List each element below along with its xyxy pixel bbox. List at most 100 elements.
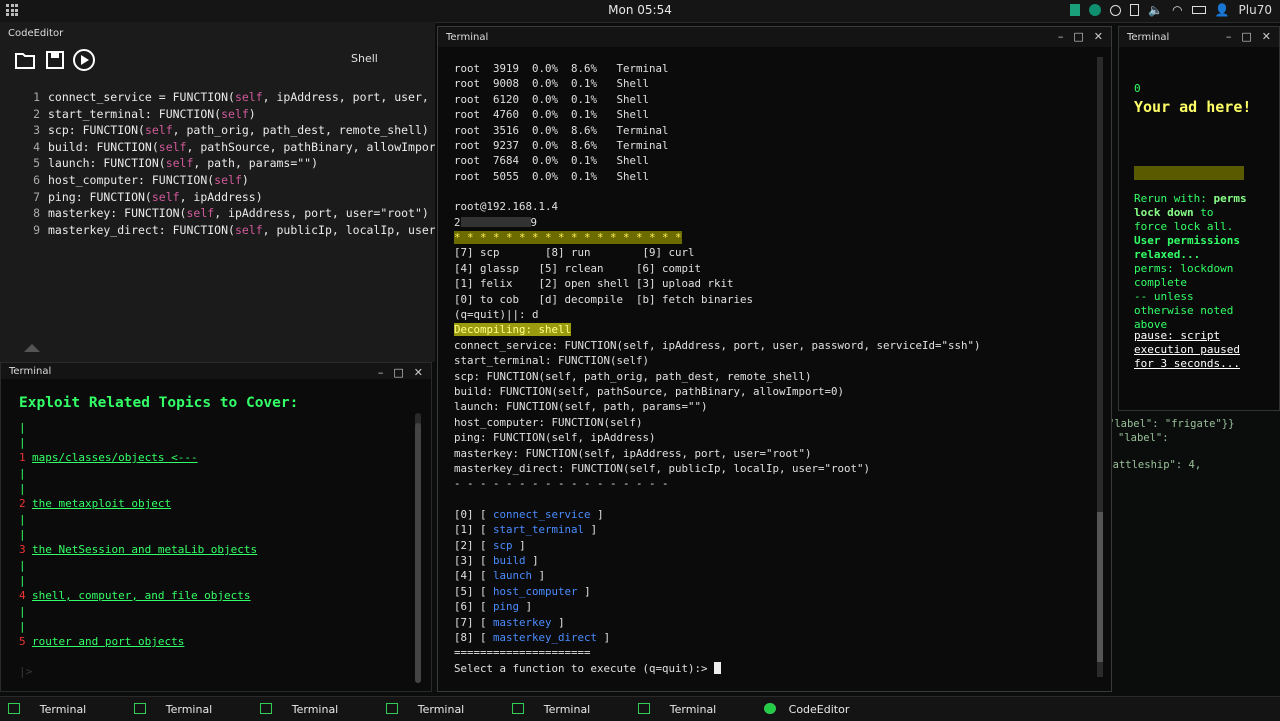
save-button[interactable]: [43, 48, 67, 72]
bg-text-frigate: "label": "frigate"}}: [1108, 418, 1235, 430]
perms-line-3: force lock all.: [1134, 220, 1234, 233]
maximize-icon[interactable]: □: [393, 366, 403, 379]
terminal-window-topics: Terminal – □ ✕ Exploit Related Topics to C…: [0, 362, 432, 692]
function-signature: build: FUNCTION(self, pathSource, pathBi…: [454, 385, 845, 398]
code-text: masterkey: FUNCTION(self, ipAddress, por…: [48, 206, 429, 221]
code-line[interactable]: 9 masterkey_direct: FUNCTION(self, public…: [0, 223, 435, 240]
function-option[interactable]: [3] [ build ]: [454, 554, 539, 567]
wifi-icon[interactable]: ◠: [1172, 3, 1182, 17]
function-option[interactable]: [2] [ scp ]: [454, 539, 526, 552]
user-name[interactable]: Plu70: [1239, 3, 1272, 17]
function-option[interactable]: [4] [ launch ]: [454, 569, 545, 582]
taskbar-item-terminal[interactable]: Terminal: [126, 697, 252, 721]
taskbar-item-terminal[interactable]: Terminal: [378, 697, 504, 721]
scrollbar[interactable]: [1097, 57, 1103, 677]
terminal-main-titlebar[interactable]: Terminal – □ ✕: [438, 27, 1111, 47]
function-signature: ping: FUNCTION(self, ipAddress): [454, 431, 656, 445]
close-icon[interactable]: ✕: [1094, 30, 1103, 43]
perms-line-1: Rerun with: perms: [1134, 192, 1247, 205]
topic-link[interactable]: shell, computer, and file objects: [32, 589, 251, 602]
taskbar-item-terminal[interactable]: Terminal: [630, 697, 756, 721]
code-line[interactable]: 1 connect_service = FUNCTION(self, ipAddr…: [0, 90, 435, 107]
terminal-icon: [386, 703, 398, 714]
taskbar-item-terminal[interactable]: Terminal: [504, 697, 630, 721]
taskbar-item-terminal[interactable]: Terminal: [0, 697, 126, 721]
line-number: 5: [33, 156, 40, 171]
line-number: 2: [33, 106, 40, 121]
code-line[interactable]: 4 build: FUNCTION(self, pathSource, pathB…: [0, 140, 435, 157]
terminal-ad-titlebar[interactable]: Terminal – □ ✕: [1119, 27, 1279, 47]
top-bar: Mon 05:54 🔈 ◠ 👤 Plu70: [0, 0, 1280, 23]
language-select[interactable]: Shell: [345, 52, 430, 72]
menu-row: [7] scp [8] run [9] curl: [454, 246, 695, 260]
code-line[interactable]: 5 launch: FUNCTION(self, path, params=""): [0, 156, 435, 173]
volume-icon[interactable]: 🔈: [1148, 3, 1163, 17]
record-icon[interactable]: [1110, 4, 1122, 16]
taskbar-item-terminal[interactable]: Terminal: [252, 697, 378, 721]
function-option[interactable]: [1] [ start_terminal ]: [454, 523, 597, 536]
process-row: root 9008 0.0% 0.1% Shell: [454, 77, 650, 91]
equals-divider: =====================: [454, 646, 591, 660]
taskbar-label: CodeEditor: [788, 702, 850, 716]
line-number: 9: [33, 222, 40, 237]
battery-icon[interactable]: [1191, 6, 1206, 14]
pipe-glyph: |: [19, 436, 26, 449]
code-text: masterkey_direct: FUNCTION(self, publicI…: [48, 222, 435, 237]
open-folder-button[interactable]: [13, 48, 37, 72]
function-signature: host_computer: FUNCTION(self): [454, 415, 643, 429]
minimize-icon[interactable]: –: [1226, 30, 1232, 43]
topic-link[interactable]: the NetSession and metaLib objects: [32, 543, 257, 556]
code-line[interactable]: 6 host_computer: FUNCTION(self): [0, 173, 435, 190]
function-signature: masterkey: FUNCTION(self, ipAddress, por…: [454, 446, 812, 460]
code-area[interactable]: 1 connect_service = FUNCTION(self, ipAddr…: [0, 90, 435, 239]
minimize-icon[interactable]: –: [1058, 30, 1064, 43]
minimize-icon[interactable]: –: [378, 366, 384, 379]
topic-number: 5: [19, 635, 26, 648]
topic-number: 1: [19, 451, 26, 464]
taskbar-label: Terminal: [165, 702, 213, 716]
code-line[interactable]: 7 ping: FUNCTION(self, ipAddress): [0, 190, 435, 207]
maximize-icon[interactable]: □: [1073, 30, 1083, 43]
menu-row: [0] to cob [d] decompile [b] fetch binar…: [454, 292, 754, 306]
user-icon[interactable]: 👤: [1215, 3, 1230, 17]
scrollbar[interactable]: [415, 413, 421, 683]
function-option[interactable]: [6] [ ping ]: [454, 600, 532, 613]
terminal-prompt[interactable]: |>: [19, 665, 32, 678]
code-line[interactable]: 8 masterkey: FUNCTION(self, ipAddress, po…: [0, 206, 435, 223]
code-text: launch: FUNCTION(self, path, params=""): [48, 156, 319, 171]
topic-link[interactable]: the metaxploit object: [32, 497, 171, 510]
pipe-glyph: |: [19, 513, 26, 526]
line-number: 3: [33, 123, 40, 138]
terminal-topics-titlebar[interactable]: Terminal – □ ✕: [1, 363, 431, 379]
app-indicator-icon-2[interactable]: [1089, 4, 1102, 16]
app-indicator-icon[interactable]: [1070, 4, 1081, 16]
close-icon[interactable]: ✕: [414, 366, 423, 379]
select-prompt[interactable]: Select a function to execute (q=quit):>: [454, 661, 722, 675]
code-line[interactable]: 3 scp: FUNCTION(self, path_orig, path_des…: [0, 123, 435, 140]
terminal-icon: [512, 703, 524, 714]
pipe-glyph: |: [19, 467, 26, 480]
function-option[interactable]: [8] [ masterkey_direct ]: [454, 631, 610, 644]
taskbar-label: Terminal: [417, 702, 465, 716]
code-editor-titlebar[interactable]: CodeEditor: [0, 22, 435, 44]
taskbar-item-codeeditor[interactable]: CodeEditor: [756, 697, 882, 721]
close-icon[interactable]: ✕: [1262, 30, 1271, 43]
maximize-icon[interactable]: □: [1241, 30, 1251, 43]
topic-link[interactable]: maps/classes/objects <---: [32, 451, 198, 464]
code-text: ping: FUNCTION(self, ipAddress): [48, 189, 263, 204]
scroll-up-arrow-icon[interactable]: [24, 344, 40, 352]
function-option[interactable]: [7] [ masterkey ]: [454, 616, 565, 629]
code-text: connect_service = FUNCTION(self, ipAddre…: [48, 90, 435, 104]
function-option[interactable]: [5] [ host_computer ]: [454, 585, 591, 598]
process-row: root 5055 0.0% 0.1% Shell: [454, 169, 650, 183]
process-row: root 9237 0.0% 8.6% Terminal: [454, 139, 669, 152]
clipboard-icon[interactable]: [1130, 4, 1140, 16]
perms-line-7: complete: [1134, 276, 1187, 289]
host-line: root@192.168.1.4: [454, 200, 559, 214]
code-line[interactable]: 2 start_terminal: FUNCTION(self): [0, 107, 435, 124]
run-button[interactable]: [72, 48, 96, 72]
function-option[interactable]: [0] [ connect_service ]: [454, 508, 604, 521]
pipe-glyph: |: [19, 559, 26, 572]
code-text: scp: FUNCTION(self, path_orig, path_dest…: [48, 123, 429, 138]
topic-link[interactable]: router and port objects: [32, 635, 184, 648]
